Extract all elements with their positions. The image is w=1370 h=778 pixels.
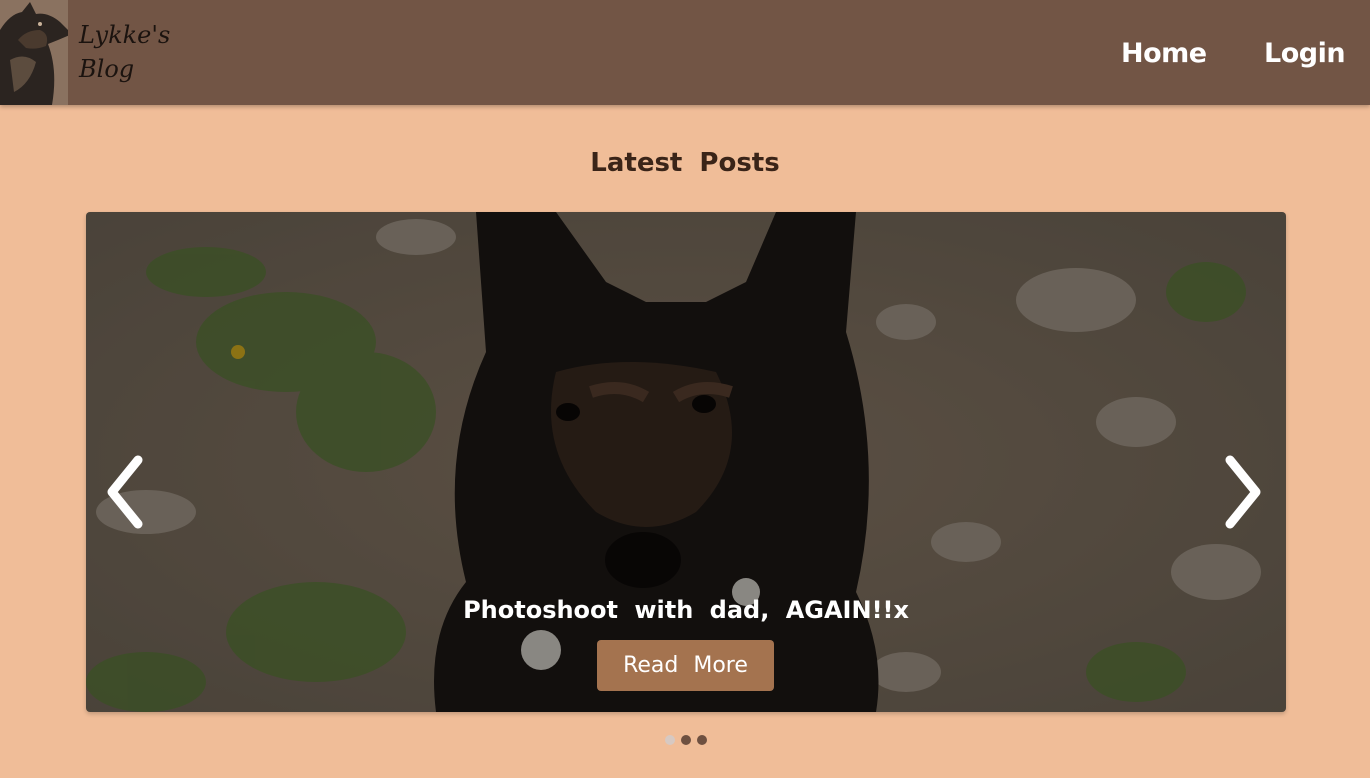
post-carousel: Photoshoot with dad, AGAIN!!x Read More: [86, 212, 1286, 712]
carousel-prev-button[interactable]: [100, 452, 148, 532]
carousel-indicator-2[interactable]: [681, 735, 691, 745]
logo-text[interactable]: Lykke's Blog: [79, 18, 189, 86]
logo-dog-image[interactable]: [0, 0, 68, 105]
section-title: Latest Posts: [590, 148, 780, 178]
slide-overlay: [86, 212, 1286, 712]
chevron-left-icon: [107, 455, 143, 529]
navbar: Lykke's Blog Home Login: [0, 0, 1370, 105]
nav-link-home[interactable]: Home: [1121, 38, 1207, 69]
chevron-right-icon: [1225, 455, 1261, 529]
nav-link-login[interactable]: Login: [1264, 38, 1346, 69]
carousel-indicator-3[interactable]: [697, 735, 707, 745]
carousel-next-button[interactable]: [1220, 452, 1268, 532]
read-more-button[interactable]: Read More: [597, 640, 774, 691]
carousel-indicator-1[interactable]: [665, 735, 675, 745]
slide-caption: Photoshoot with dad, AGAIN!!x: [463, 596, 909, 624]
